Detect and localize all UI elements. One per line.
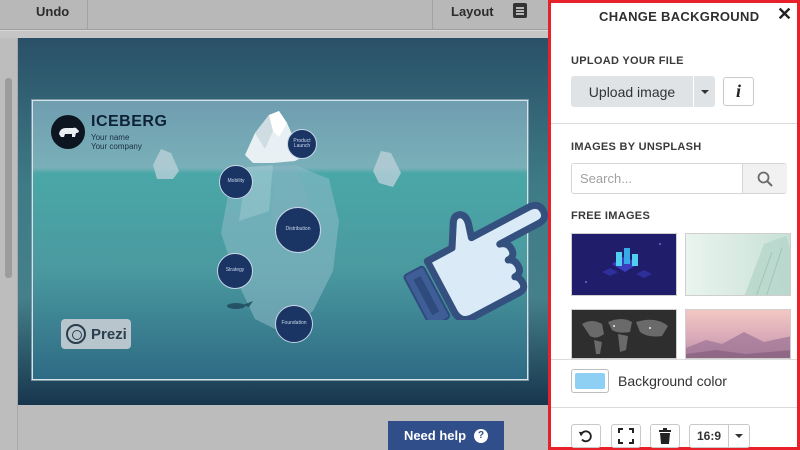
sidebar-scrollbar[interactable] bbox=[5, 78, 12, 278]
layout-icon[interactable] bbox=[513, 3, 527, 18]
background-color-picker[interactable]: Background color bbox=[571, 368, 727, 394]
aspect-ratio-dropdown[interactable] bbox=[728, 424, 750, 448]
prezi-logo: Prezi bbox=[61, 319, 131, 349]
unsplash-section-label: IMAGES BY UNSPLASH bbox=[571, 141, 702, 153]
node-mobility[interactable]: Mobility bbox=[219, 165, 253, 199]
change-background-panel: CHANGE BACKGROUND ✕ UPLOAD YOUR FILE Upl… bbox=[548, 0, 800, 450]
prezi-logo-text: Prezi bbox=[91, 325, 127, 343]
unsplash-search-box bbox=[571, 163, 787, 194]
chevron-down-icon bbox=[700, 89, 709, 94]
background-color-swatch[interactable] bbox=[571, 369, 609, 393]
free-image-server-isometric[interactable] bbox=[571, 233, 677, 296]
aspect-ratio-value: 16:9 bbox=[696, 429, 722, 443]
upload-image-button[interactable]: Upload image bbox=[571, 76, 693, 107]
free-image-world-map-dark[interactable] bbox=[571, 309, 677, 359]
node-distribution[interactable]: Distribution bbox=[275, 207, 321, 253]
need-help-label: Need help bbox=[403, 428, 467, 443]
polar-bear-logo bbox=[51, 115, 85, 149]
fullscreen-icon bbox=[618, 428, 634, 444]
toolbar-subbar bbox=[0, 31, 548, 38]
upload-dropdown-button[interactable] bbox=[694, 76, 715, 107]
pointing-hand-icon bbox=[403, 201, 549, 320]
node-strategy[interactable]: Strategy bbox=[217, 253, 253, 289]
node-product-launch[interactable]: Product Launch bbox=[287, 129, 317, 159]
delete-background-button[interactable] bbox=[650, 424, 680, 448]
node-foundation[interactable]: Foundation bbox=[275, 305, 313, 343]
section-divider bbox=[551, 359, 797, 360]
section-divider bbox=[551, 123, 797, 124]
slide-author-name: Your name bbox=[91, 133, 130, 142]
unsplash-search-input[interactable] bbox=[572, 164, 742, 193]
undo-button[interactable]: Undo bbox=[0, 0, 88, 30]
reset-background-button[interactable] bbox=[571, 424, 601, 448]
prezi-logo-icon bbox=[66, 324, 86, 344]
info-button[interactable]: i bbox=[723, 77, 754, 106]
search-button[interactable] bbox=[742, 164, 787, 193]
help-question-icon: ? bbox=[474, 428, 489, 443]
close-icon[interactable]: ✕ bbox=[777, 5, 792, 23]
rotate-reset-icon bbox=[578, 430, 592, 443]
panel-title: CHANGE BACKGROUND bbox=[599, 9, 760, 24]
free-image-frosted-leaf[interactable] bbox=[685, 233, 791, 296]
panel-header: CHANGE BACKGROUND ✕ bbox=[551, 3, 797, 33]
background-color-label: Background color bbox=[618, 373, 727, 389]
left-sidebar bbox=[0, 38, 18, 450]
free-image-pink-sunset-mountains[interactable] bbox=[685, 309, 791, 359]
fit-background-button[interactable] bbox=[611, 424, 641, 448]
slide-author-company: Your company bbox=[91, 142, 142, 151]
editor-toolbar: Undo Layout bbox=[0, 0, 548, 30]
chevron-down-icon bbox=[735, 434, 743, 438]
free-images-label: FREE IMAGES bbox=[571, 210, 651, 222]
slide-title: ICEBERG bbox=[91, 113, 168, 130]
swatch-fill bbox=[575, 373, 605, 389]
toolbar-divider bbox=[432, 0, 433, 30]
need-help-button[interactable]: Need help ? bbox=[388, 421, 504, 450]
section-divider bbox=[551, 407, 797, 408]
search-icon bbox=[757, 171, 773, 187]
upload-section-label: UPLOAD YOUR FILE bbox=[571, 55, 684, 67]
aspect-ratio-select[interactable]: 16:9 bbox=[689, 424, 729, 448]
trash-icon bbox=[659, 428, 671, 444]
layout-button[interactable]: Layout bbox=[451, 4, 494, 19]
